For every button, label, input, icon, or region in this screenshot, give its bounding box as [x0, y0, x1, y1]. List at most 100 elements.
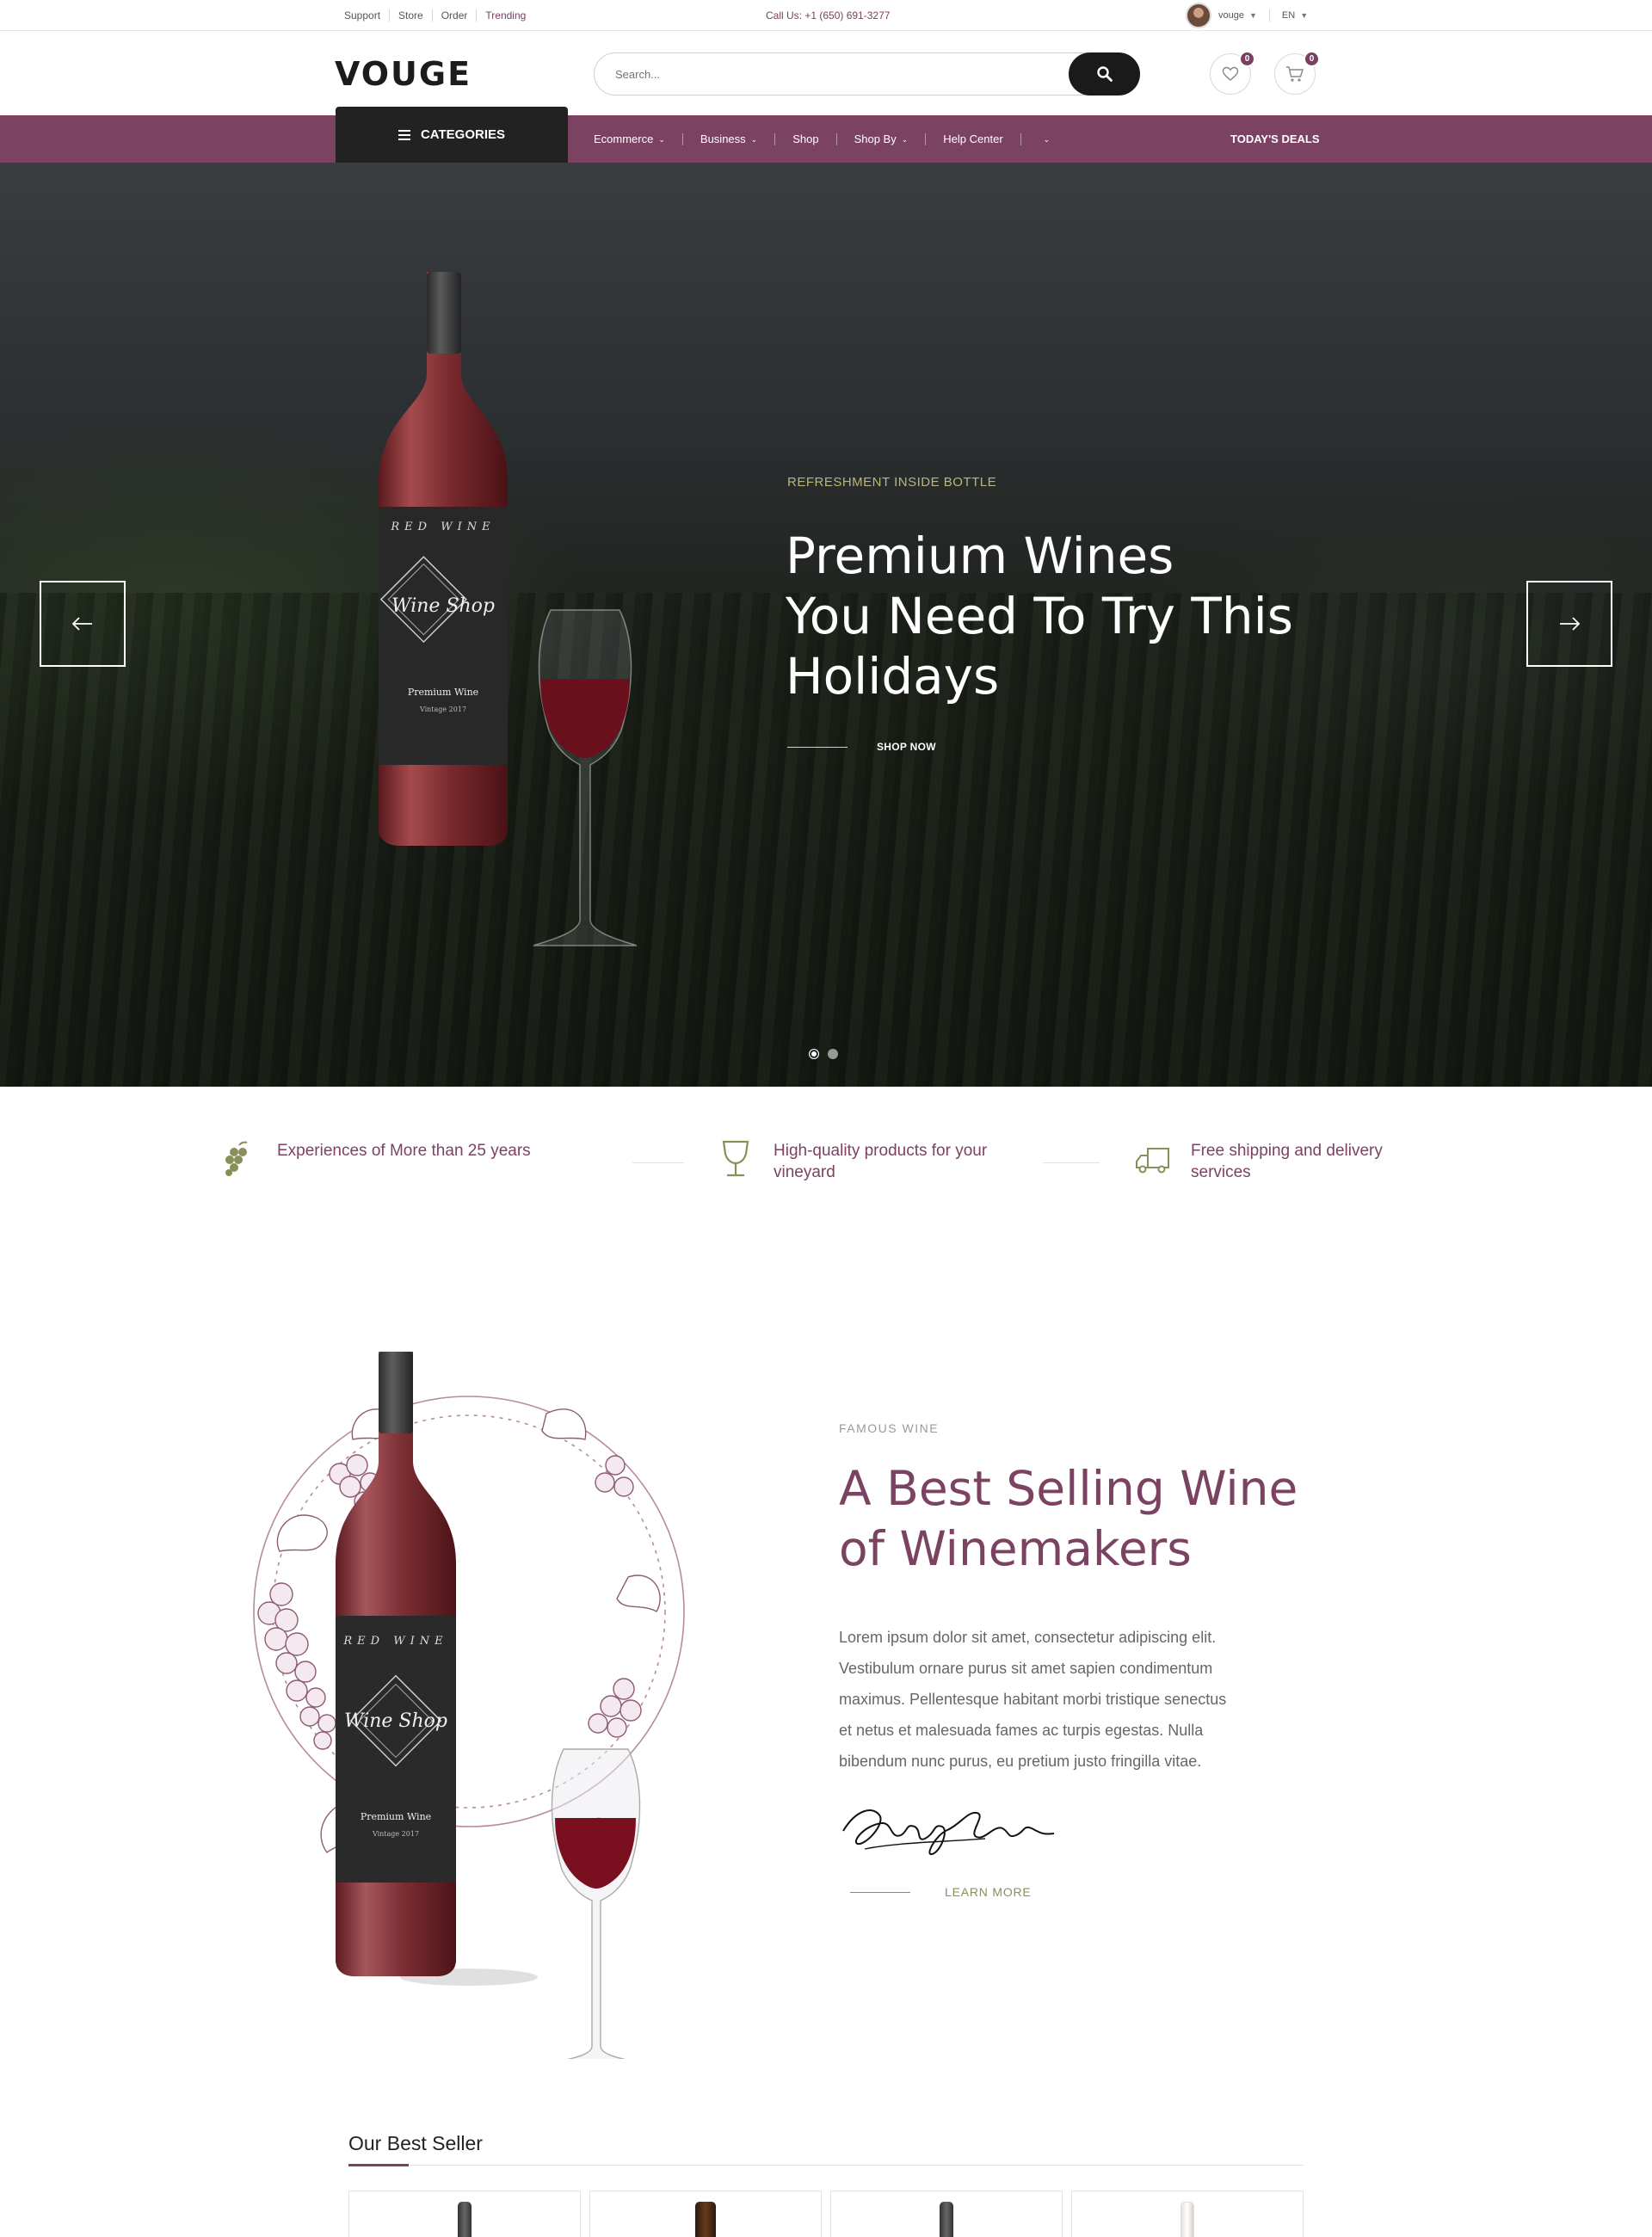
top-bar: Support Store Order Trending Call Us: +1…	[0, 0, 1652, 31]
nav-item-shop-by[interactable]: Shop By ⌄	[835, 132, 926, 145]
hero-title-line: Premium Wines	[786, 527, 1174, 585]
feature-text-line: services	[1191, 1163, 1251, 1181]
wine-bottle-grapes-illustration: RED WINE Wine Shop Premium Wine Vintage …	[253, 1352, 685, 2059]
signature-image	[842, 1809, 1055, 1855]
nav-item-label: Shop	[792, 132, 819, 145]
chevron-down-icon: ▼	[1248, 11, 1257, 20]
search-input[interactable]	[615, 53, 1028, 95]
bottle-label-text: Premium Wine	[408, 687, 478, 698]
feature-text-line: Free shipping and delivery	[1191, 1142, 1383, 1160]
feature-text: High-quality products for your vineyard	[774, 1140, 987, 1183]
nav-item-business[interactable]: Business ⌄	[681, 132, 774, 145]
section-rule	[348, 2165, 1304, 2166]
shop-now-label: SHOP NOW	[877, 741, 936, 753]
search-icon	[1096, 66, 1113, 82]
feature-text-line: Experiences of More than 25 years	[277, 1142, 531, 1160]
nav-item-label: Help Center	[943, 132, 1003, 145]
hero-eyebrow: REFRESHMENT INSIDE BOTTLE	[787, 475, 997, 490]
divider	[1268, 9, 1270, 22]
cart-icon	[1286, 66, 1304, 82]
cta-line	[787, 746, 848, 748]
about-section: RED WINE Wine Shop Premium Wine Vintage …	[0, 1233, 1652, 2059]
product-image	[1180, 2202, 1194, 2237]
product-card[interactable]	[348, 2191, 581, 2237]
hero-title-line: Holidays	[786, 647, 1000, 706]
top-link-store[interactable]: Store	[389, 9, 432, 22]
nav-item-label: Ecommerce	[594, 132, 654, 145]
section-rule-accent	[348, 2164, 409, 2166]
feature-text: Experiences of More than 25 years	[277, 1140, 531, 1162]
nav-item-shop[interactable]: Shop	[774, 132, 835, 145]
cart-count-badge: 0	[1304, 51, 1320, 67]
slider-pagination	[809, 1049, 847, 1059]
best-seller-heading: Our Best Seller	[348, 2132, 483, 2154]
language-label: EN	[1281, 10, 1296, 21]
shop-now-button[interactable]: SHOP NOW	[787, 741, 936, 753]
search-button[interactable]	[1069, 52, 1140, 96]
slide-dot[interactable]	[828, 1049, 838, 1059]
avatar[interactable]	[1186, 3, 1211, 28]
nav-item-label: Shop By	[854, 132, 897, 145]
chevron-down-icon: ▼	[1300, 11, 1309, 20]
product-image	[695, 2202, 716, 2237]
body-line: Vestibulum ornare purus sit amet sapien …	[839, 1660, 1213, 1677]
chevron-down-icon: ⌄	[750, 134, 758, 144]
slide-dot-active[interactable]	[809, 1049, 819, 1059]
bottle-label-text: Vintage 2017	[419, 706, 466, 713]
section-body: Lorem ipsum dolor sit amet, consectetur …	[839, 1622, 1304, 1777]
account-name: vouge	[1218, 10, 1244, 21]
nav-item-help-center[interactable]: Help Center	[925, 132, 1020, 145]
wine-glass-icon	[722, 1140, 749, 1177]
language-select[interactable]: EN ▼	[1282, 10, 1308, 21]
feature-text-line: High-quality products for your	[774, 1142, 988, 1160]
grapes-icon	[225, 1141, 248, 1176]
top-right-controls: vouge ▼ EN ▼	[1186, 0, 1308, 31]
prev-slide-button[interactable]	[40, 581, 126, 667]
chevron-down-icon: ⌄	[658, 134, 665, 144]
call-us-text: Call Us: +1 (650) 691-3277	[766, 9, 891, 22]
product-card[interactable]	[589, 2191, 822, 2237]
product-card[interactable]	[1071, 2191, 1304, 2237]
body-line: bibendum nunc purus, eu pretium justo fr…	[839, 1753, 1202, 1770]
next-slide-button[interactable]	[1526, 581, 1612, 667]
bottle-label-text: Vintage 2017	[372, 1830, 419, 1838]
wishlist-button[interactable]: 0	[1210, 51, 1255, 95]
top-link-support[interactable]: Support	[344, 9, 389, 22]
account-menu[interactable]: vouge ▼	[1218, 10, 1257, 21]
categories-label: CATEGORIES	[420, 127, 506, 142]
categories-button[interactable]: CATEGORIES	[336, 107, 568, 163]
best-seller-section: Our Best Seller	[0, 2059, 1652, 2237]
menu-icon	[398, 127, 410, 143]
feature-divider	[632, 1162, 684, 1163]
learn-more-label: LEARN MORE	[945, 1885, 1032, 1899]
chevron-down-icon: ⌄	[901, 134, 909, 144]
wishlist-count-badge: 0	[1239, 51, 1255, 67]
header: VOUGE 0 0	[0, 31, 1652, 115]
todays-deals-link[interactable]: TODAY'S DEALS	[1230, 115, 1320, 163]
bottle-label-text: Wine Shop	[344, 1710, 447, 1732]
feature-item: High-quality products for your vineyard	[717, 1140, 987, 1183]
learn-more-button[interactable]: LEARN MORE	[850, 1885, 1032, 1899]
logo[interactable]: VOUGE	[335, 55, 472, 93]
feature-item: Free shipping and delivery services	[1134, 1140, 1383, 1183]
product-card[interactable]	[830, 2191, 1063, 2237]
cart-button[interactable]: 0	[1274, 51, 1320, 95]
feature-divider	[1043, 1162, 1100, 1163]
feature-item: Experiences of More than 25 years	[220, 1140, 531, 1178]
feature-text: Free shipping and delivery services	[1191, 1140, 1383, 1183]
top-link-trending[interactable]: Trending	[476, 9, 534, 22]
product-image	[458, 2202, 472, 2237]
nav-item-label: Business	[700, 132, 746, 145]
body-line: Lorem ipsum dolor sit amet, consectetur …	[839, 1629, 1217, 1646]
section-eyebrow: FAMOUS WINE	[839, 1421, 940, 1435]
top-link-order[interactable]: Order	[431, 9, 477, 22]
nav-more-dropdown[interactable]: ⌄	[1020, 132, 1068, 145]
nav-item-ecommerce[interactable]: Ecommerce ⌄	[594, 132, 682, 145]
product-image	[940, 2202, 953, 2237]
truck-icon	[1136, 1148, 1169, 1174]
arrow-left-icon	[71, 617, 92, 631]
search-bar	[594, 52, 1140, 96]
heart-icon	[1222, 66, 1239, 81]
bottle-label-text: Premium Wine	[361, 1811, 431, 1822]
features-strip: Experiences of More than 25 years High-q…	[0, 1087, 1652, 1233]
